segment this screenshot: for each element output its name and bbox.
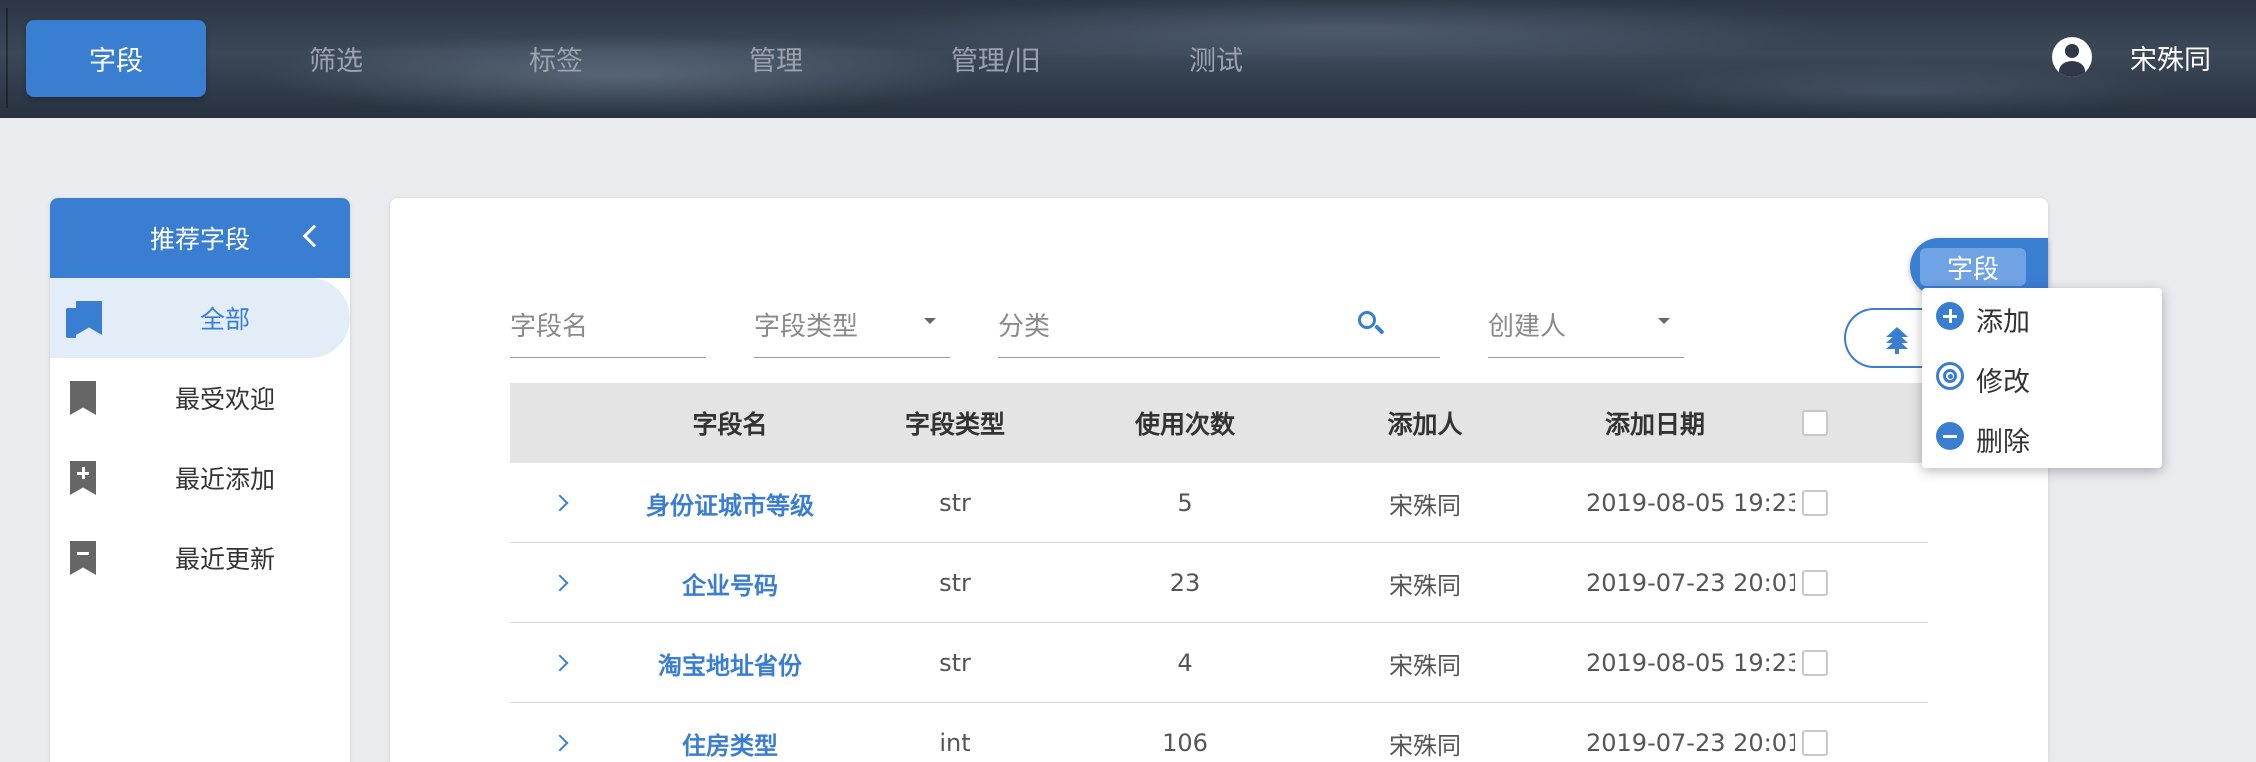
field-name-link[interactable]: 住房类型 <box>610 703 850 762</box>
nav-tab-fields[interactable]: 字段 <box>26 20 206 97</box>
expand-row-icon[interactable] <box>510 463 610 543</box>
table-row[interactable]: 住房类型 int 106 宋殊同 2019-07-23 20:01:3 <box>510 703 1928 762</box>
header-created-date[interactable]: 添加日期 <box>1540 383 1770 463</box>
header-creator[interactable]: 添加人 <box>1310 383 1540 463</box>
category-placeholder: 分类 <box>998 312 1051 342</box>
caret-down-icon <box>1658 318 1670 324</box>
creator-select[interactable]: 创建人 <box>1488 304 1684 358</box>
table-row[interactable]: 企业号码 str 23 宋殊同 2019-07-23 20:01:3 <box>510 543 1928 623</box>
sidebar-item-recently-updated[interactable]: 最近更新 <box>50 518 350 598</box>
sidebar-item-recently-added[interactable]: 最近添加 <box>50 438 350 518</box>
nav-tab-manage-old[interactable]: 管理/旧 <box>906 20 1086 97</box>
sidebar-item-all[interactable]: 全部 <box>50 278 350 358</box>
navbar-edge <box>6 8 8 108</box>
row-checkbox[interactable] <box>1802 730 1828 756</box>
sidebar-item-popular[interactable]: 最受欢迎 <box>50 358 350 438</box>
usage-count-cell: 4 <box>1177 649 1193 677</box>
date-cell: 2019-07-23 20:01:3 <box>1586 729 1795 757</box>
expand-row-icon[interactable] <box>510 703 610 762</box>
menu-item-add[interactable]: 添加 <box>1922 288 2162 346</box>
field-type-cell: str <box>939 649 971 677</box>
chevron-left-icon[interactable] <box>302 224 326 248</box>
field-type-cell: int <box>939 729 971 757</box>
row-checkbox-cell[interactable] <box>1770 463 1860 543</box>
row-checkbox-cell[interactable] <box>1770 703 1860 762</box>
field-menu-label: 字段 <box>1920 248 2026 286</box>
caret-down-icon <box>924 318 936 324</box>
header-field-name[interactable]: 字段名 <box>610 383 850 463</box>
row-checkbox-cell[interactable] <box>1770 623 1860 703</box>
sidebar-item-label: 最近添加 <box>174 465 275 494</box>
field-action-menu: 添加 修改 删除 <box>1922 288 2162 468</box>
user-name[interactable]: 宋殊同 <box>2130 38 2211 77</box>
menu-item-edit[interactable]: 修改 <box>1922 348 2162 406</box>
nav-tab-manage[interactable]: 管理 <box>686 20 866 97</box>
menu-item-label: 添加 <box>1976 307 2030 338</box>
row-checkbox[interactable] <box>1802 650 1828 676</box>
usage-count-cell: 23 <box>1169 569 1201 597</box>
sidebar: 推荐字段 全部 最受欢迎 最近添加 最近更新 <box>50 198 350 762</box>
sidebar-title: 推荐字段 <box>149 225 250 254</box>
tree-icon <box>1884 327 1910 354</box>
minus-circle-icon <box>1936 422 1964 450</box>
sidebar-item-label: 最受欢迎 <box>174 385 275 414</box>
usage-count-cell: 5 <box>1177 489 1193 517</box>
fields-table: 字段名 字段类型 使用次数 添加人 添加日期 身份证城市等级 str 5 宋殊同… <box>510 383 1928 762</box>
nav-tab-filter[interactable]: 筛选 <box>246 20 426 97</box>
table-row[interactable]: 淘宝地址省份 str 4 宋殊同 2019-08-05 19:23:3 <box>510 623 1928 703</box>
menu-item-delete[interactable]: 删除 <box>1922 408 2162 466</box>
top-navbar: 字段 筛选 标签 管理 管理/旧 测试 宋殊同 <box>0 0 2256 118</box>
nav-tab-test[interactable]: 测试 <box>1126 20 1306 97</box>
header-field-type[interactable]: 字段类型 <box>850 383 1060 463</box>
field-type-cell: str <box>939 569 971 597</box>
row-checkbox-cell[interactable] <box>1770 543 1860 623</box>
expand-row-icon[interactable] <box>510 623 610 703</box>
main-card: 字段名 字段类型 分类 创建人 字段名 字段类型 使用次数 添加人 添加日期 身… <box>390 198 2048 762</box>
field-name-link[interactable]: 企业号码 <box>610 543 850 623</box>
table-header: 字段名 字段类型 使用次数 添加人 添加日期 <box>510 383 1928 463</box>
row-checkbox[interactable] <box>1802 490 1828 516</box>
field-name-link[interactable]: 淘宝地址省份 <box>610 623 850 703</box>
header-usage-count[interactable]: 使用次数 <box>1060 383 1310 463</box>
field-name-placeholder: 字段名 <box>510 312 589 342</box>
sidebar-item-label: 最近更新 <box>174 545 275 574</box>
creator-cell: 宋殊同 <box>1389 491 1461 520</box>
field-name-link[interactable]: 身份证城市等级 <box>610 463 850 543</box>
sidebar-item-label: 全部 <box>199 305 250 334</box>
creator-cell: 宋殊同 <box>1389 571 1461 600</box>
search-icon[interactable] <box>1356 309 1390 343</box>
table-row[interactable]: 身份证城市等级 str 5 宋殊同 2019-08-05 19:23:3 <box>510 463 1928 543</box>
plus-circle-icon <box>1936 302 1964 330</box>
usage-count-cell: 106 <box>1162 729 1208 757</box>
select-all-checkbox[interactable] <box>1802 410 1828 436</box>
header-select-all[interactable] <box>1770 383 1860 463</box>
field-type-placeholder: 字段类型 <box>754 312 859 342</box>
date-cell: 2019-07-23 20:01:3 <box>1586 569 1795 597</box>
sidebar-header: 推荐字段 <box>50 198 350 278</box>
field-type-select[interactable]: 字段类型 <box>754 304 950 358</box>
nav-tab-tags[interactable]: 标签 <box>466 20 646 97</box>
field-name-input[interactable]: 字段名 <box>510 304 706 358</box>
menu-item-label: 删除 <box>1976 427 2030 458</box>
expand-row-icon[interactable] <box>510 543 610 623</box>
creator-placeholder: 创建人 <box>1488 312 1567 342</box>
creator-cell: 宋殊同 <box>1389 731 1461 760</box>
radar-icon <box>1936 362 1964 390</box>
row-checkbox[interactable] <box>1802 570 1828 596</box>
creator-cell: 宋殊同 <box>1389 651 1461 680</box>
menu-item-label: 修改 <box>1976 367 2030 398</box>
date-cell: 2019-08-05 19:23:3 <box>1586 489 1795 517</box>
field-type-cell: str <box>939 489 971 517</box>
account-circle-icon[interactable] <box>2052 37 2092 77</box>
date-cell: 2019-08-05 19:23:3 <box>1586 649 1795 677</box>
